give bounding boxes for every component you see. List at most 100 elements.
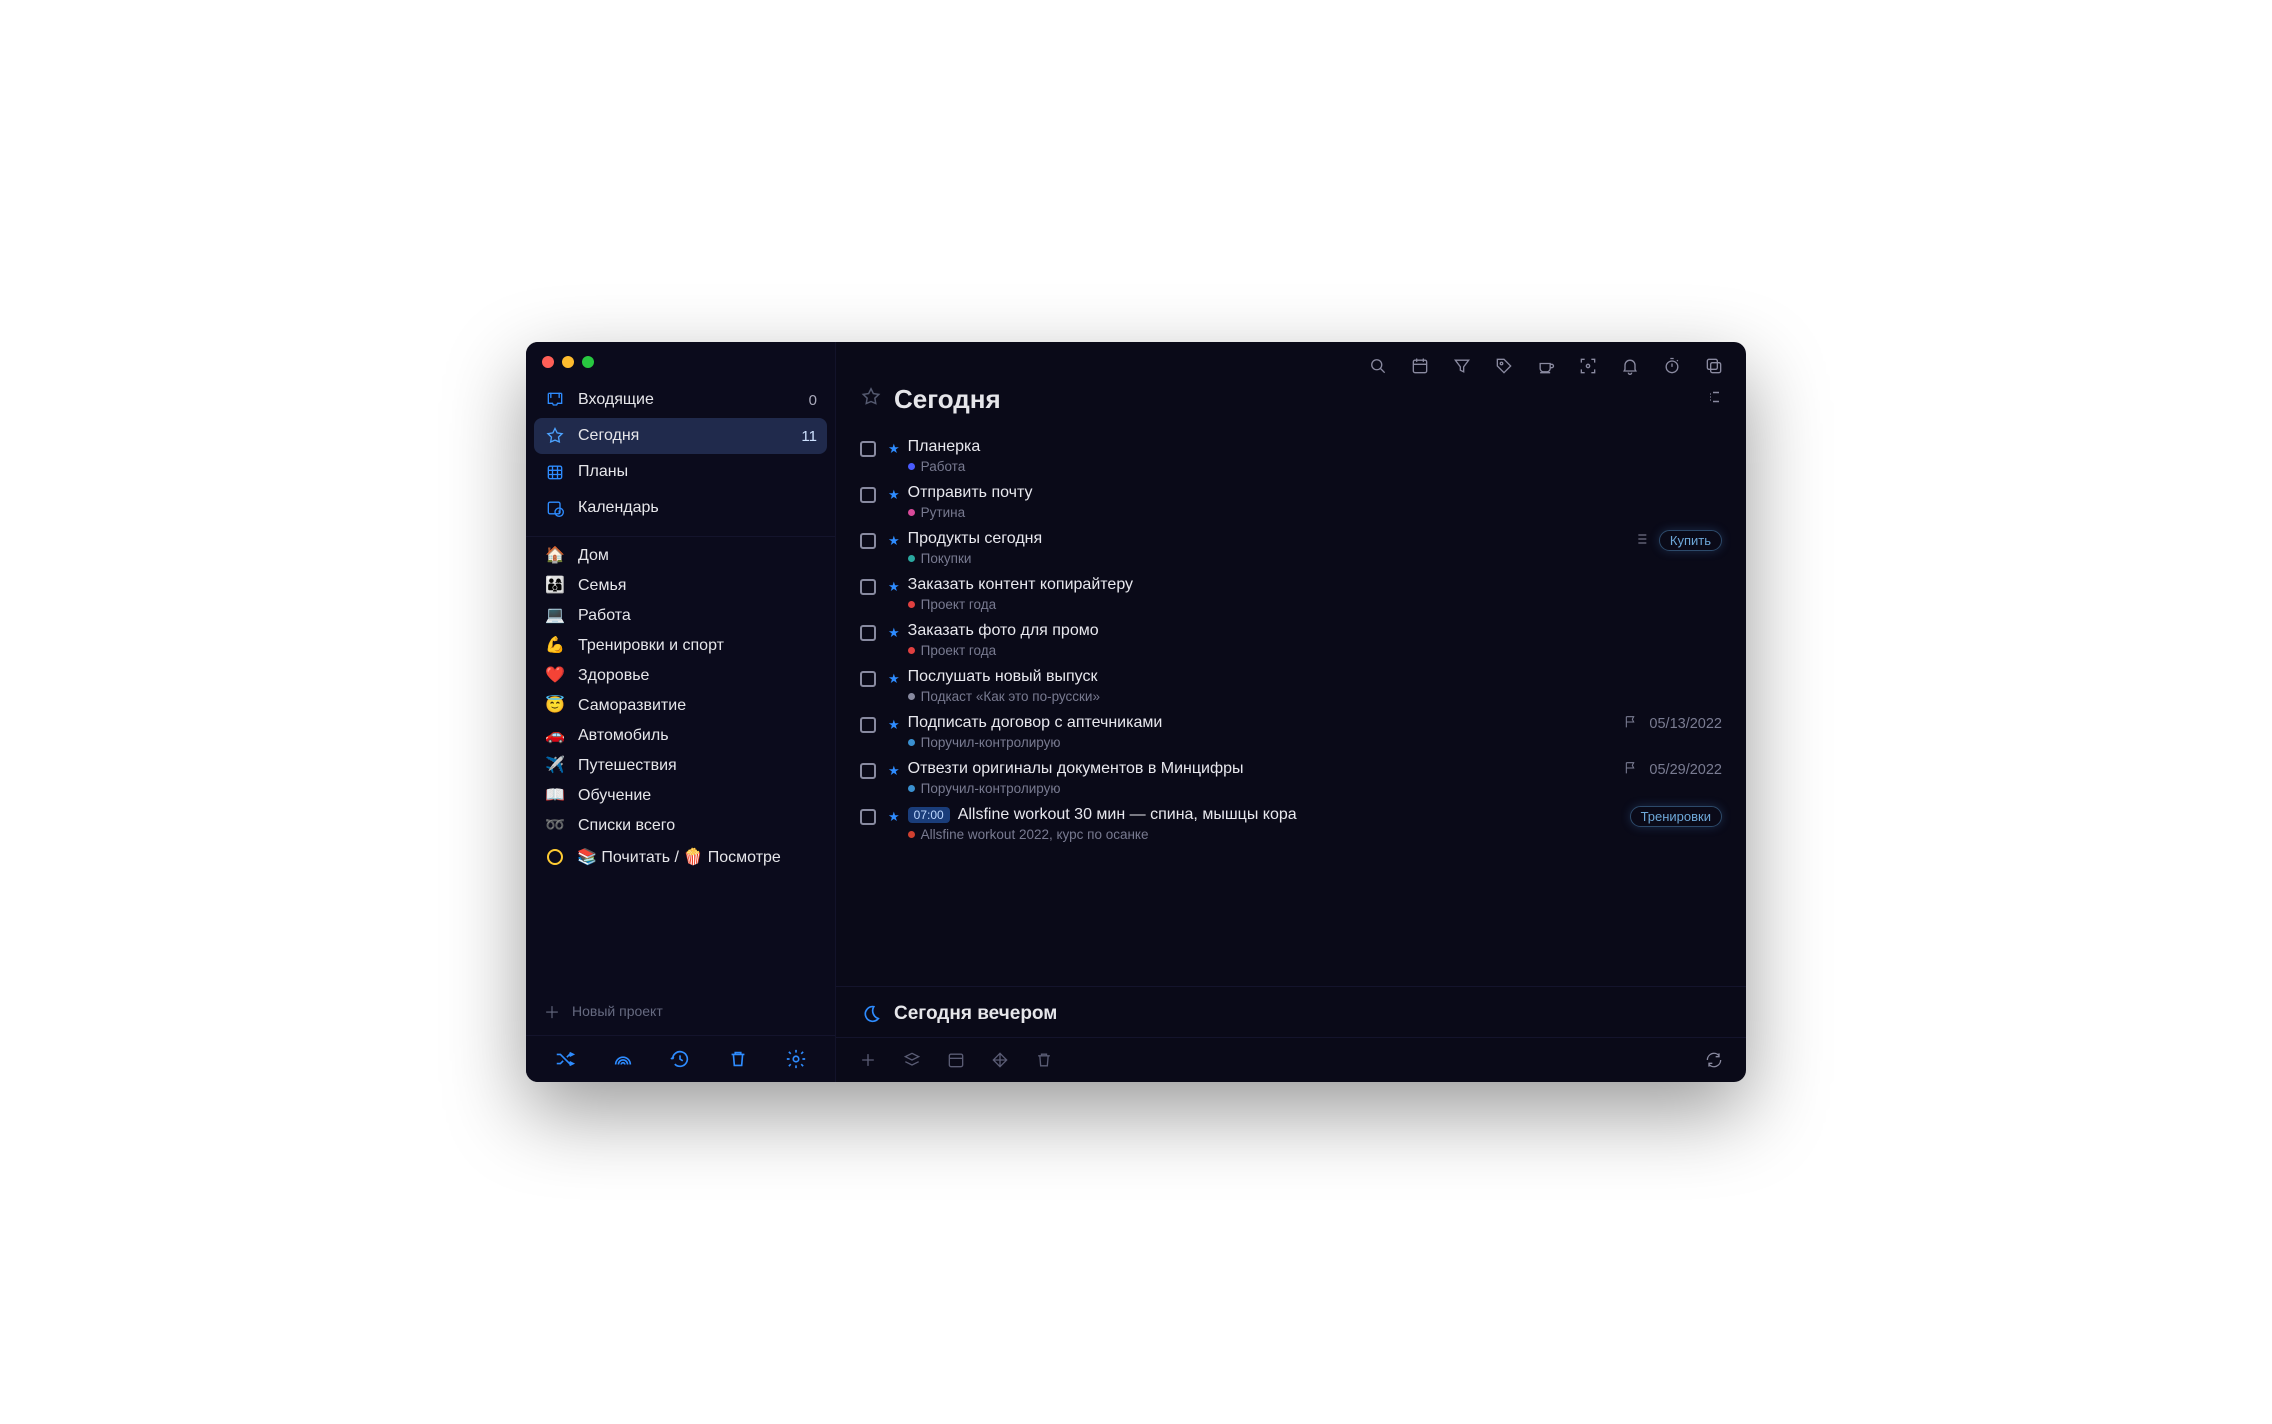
project-label: Обучение — [578, 787, 817, 805]
project-label: Списки всего — [578, 817, 817, 835]
task-checkbox[interactable] — [860, 717, 876, 733]
task-checkbox[interactable] — [860, 533, 876, 549]
task-checkbox[interactable] — [860, 441, 876, 457]
collapse-all-icon[interactable] — [1704, 388, 1722, 411]
checklist-icon[interactable] — [1633, 531, 1649, 551]
task-row[interactable]: ★ 07:00Allsfine workout 30 мин — спина, м… — [860, 801, 1722, 847]
delete-icon[interactable] — [1034, 1050, 1054, 1070]
sidebar-item-upcoming[interactable]: Планы — [534, 454, 827, 490]
task-project: Рутина — [908, 505, 1722, 520]
project-item[interactable]: 💪Тренировки и спорт — [534, 631, 827, 661]
task-checkbox[interactable] — [860, 579, 876, 595]
calendar-icon[interactable] — [1410, 356, 1430, 376]
project-item[interactable]: 🚗Автомобиль — [534, 721, 827, 751]
project-item[interactable]: 💻Работа — [534, 601, 827, 631]
bell-icon[interactable] — [1620, 356, 1640, 376]
trash-icon[interactable] — [727, 1048, 749, 1070]
task-tag-badge[interactable]: Купить — [1659, 530, 1722, 551]
task-star-icon: ★ — [888, 671, 900, 687]
project-item[interactable]: 🏠Дом — [534, 541, 827, 571]
project-item[interactable]: ✈️Путешествия — [534, 751, 827, 781]
evening-section-header: Сегодня вечером — [836, 986, 1746, 1037]
task-list: ★ПланеркаРабота★Отправить почтуРутина★Пр… — [836, 433, 1746, 980]
sidebar-item-count: 11 — [801, 428, 817, 445]
settings-icon[interactable] — [785, 1048, 807, 1070]
project-item[interactable]: 😇Саморазвитие — [534, 691, 827, 721]
project-emoji: ❤️ — [544, 668, 566, 684]
task-project: Работа — [908, 459, 1722, 474]
project-item[interactable]: 📖Обучение — [534, 781, 827, 811]
task-project: Поручил-контролирую — [908, 781, 1624, 796]
project-item[interactable]: ➿Списки всего — [534, 811, 827, 841]
history-icon[interactable] — [669, 1048, 691, 1070]
task-row[interactable]: ★Заказать фото для промоПроект года — [860, 617, 1722, 663]
task-star-icon: ★ — [888, 441, 900, 457]
window-minimize-button[interactable] — [562, 356, 574, 368]
filter-icon[interactable] — [1452, 356, 1472, 376]
window-maximize-button[interactable] — [582, 356, 594, 368]
task-row[interactable]: ★ПланеркаРабота — [860, 433, 1722, 479]
task-row[interactable]: ★Заказать контент копирайтеруПроект года — [860, 571, 1722, 617]
coffee-icon[interactable] — [1536, 356, 1556, 376]
sidebar-item-today[interactable]: Сегодня 11 — [534, 418, 827, 454]
calendar-grid-icon — [544, 461, 566, 483]
new-project-label: Новый проект — [572, 1003, 663, 1019]
project-item[interactable]: 👨‍👩‍👦Семья — [534, 571, 827, 601]
task-title: Подписать договор с аптечниками — [908, 714, 1624, 732]
window-close-button[interactable] — [542, 356, 554, 368]
add-task-icon[interactable] — [858, 1050, 878, 1070]
shuffle-icon[interactable] — [554, 1048, 576, 1070]
task-star-icon: ★ — [888, 487, 900, 503]
task-title-text: Послушать новый выпуск — [908, 668, 1098, 686]
task-row[interactable]: ★Продукты сегодняПокупкиКупить — [860, 525, 1722, 571]
task-project-label: Работа — [921, 459, 966, 474]
project-dot-icon — [908, 463, 915, 470]
new-project-button[interactable]: ＋ Новый проект — [526, 987, 835, 1035]
task-title-text: Продукты сегодня — [908, 530, 1043, 548]
schedule-icon[interactable] — [946, 1050, 966, 1070]
task-row[interactable]: ★Отвезти оригиналы документов в Минцифры… — [860, 755, 1722, 801]
main-footer — [836, 1037, 1746, 1082]
task-deadline: 05/29/2022 — [1623, 760, 1722, 780]
task-tag-badge[interactable]: Тренировки — [1630, 806, 1722, 827]
task-checkbox[interactable] — [860, 809, 876, 825]
project-label: Путешествия — [578, 757, 817, 775]
task-project: Поручил-контролирую — [908, 735, 1624, 750]
task-row[interactable]: ★ Отправить почту Рутина — [860, 479, 1722, 525]
task-row[interactable]: ★Подписать договор с аптечникамиПоручил-… — [860, 709, 1722, 755]
task-checkbox[interactable] — [860, 763, 876, 779]
header-star-icon — [860, 386, 882, 414]
plus-icon: ＋ — [544, 999, 560, 1023]
move-icon[interactable] — [990, 1050, 1010, 1070]
focus-icon[interactable] — [1578, 356, 1598, 376]
project-item-area[interactable]: 📚 Почитать / 🍿 Посмотре — [534, 841, 827, 873]
task-actions: Купить — [1633, 530, 1722, 551]
sidebar-item-inbox[interactable]: Входящие 0 — [534, 382, 827, 418]
search-icon[interactable] — [1368, 356, 1388, 376]
task-checkbox[interactable] — [860, 487, 876, 503]
task-checkbox[interactable] — [860, 671, 876, 687]
project-dot-icon — [908, 509, 915, 516]
project-label: 📚 Почитать / 🍿 Посмотре — [577, 847, 817, 867]
sidebar-item-count: 0 — [809, 392, 817, 409]
task-body: Отвезти оригиналы документов в Минцифры П… — [908, 760, 1624, 796]
sync-icon[interactable] — [1704, 1050, 1724, 1070]
task-project: Allsfine workout 2022, курс по осанке — [908, 827, 1630, 842]
task-title-text: Отвезти оригиналы документов в Минцифры — [908, 760, 1244, 778]
tag-icon[interactable] — [1494, 356, 1514, 376]
flag-icon — [1623, 714, 1639, 734]
copy-icon[interactable] — [1704, 356, 1724, 376]
task-star-icon: ★ — [888, 809, 900, 825]
layers-icon[interactable] — [902, 1050, 922, 1070]
project-item[interactable]: ❤️Здоровье — [534, 661, 827, 691]
task-title: Отправить почту — [908, 484, 1722, 502]
stopwatch-icon[interactable] — [1662, 356, 1682, 376]
task-checkbox[interactable] — [860, 625, 876, 641]
project-emoji: 💪 — [544, 638, 566, 654]
sidebar-item-calendar[interactable]: Календарь — [534, 490, 827, 526]
sidebar-item-label: Сегодня — [578, 427, 801, 445]
task-row[interactable]: ★Послушать новый выпускПодкаст «Как это … — [860, 663, 1722, 709]
rainbow-icon[interactable] — [612, 1048, 634, 1070]
toolbar — [836, 342, 1746, 382]
task-body: 07:00Allsfine workout 30 мин — спина, мы… — [908, 806, 1630, 842]
